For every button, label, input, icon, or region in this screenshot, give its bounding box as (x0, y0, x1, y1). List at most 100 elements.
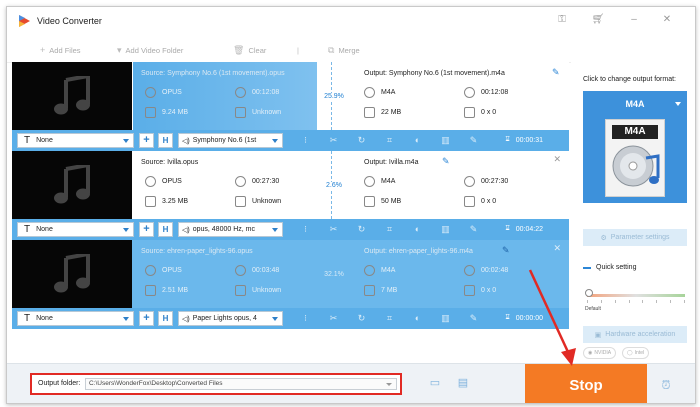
quality-slider-handle[interactable] (585, 289, 593, 297)
file-list: Source: Symphony No.6 (1st movement).opu… (12, 62, 569, 332)
hourglass-icon: ⌛︎ (505, 225, 510, 232)
file-row[interactable]: Source: Symphony No.6 (1st movement).opu… (12, 62, 569, 130)
add-files-button[interactable]: + Add Files (40, 44, 81, 56)
slider-ticks (587, 300, 685, 304)
add-subtitle-button[interactable]: + (139, 222, 154, 237)
subtitle-settings-button[interactable]: H (158, 311, 173, 326)
thumbnail (12, 240, 132, 308)
subtitle-select[interactable]: T None (17, 311, 134, 326)
crop-icon[interactable]: ⌗ (384, 313, 395, 324)
format-icon (145, 264, 156, 276)
stop-button[interactable]: Stop (525, 364, 647, 403)
effects-icon[interactable]: ◐ (412, 135, 423, 146)
output-format-name: M4A (625, 99, 645, 109)
merge-button[interactable]: ⧉ Merge (328, 44, 360, 56)
title-bar: Video Converter ⚿ 🛒︎ – ✕ (7, 7, 695, 35)
effects-icon[interactable]: ◐ (412, 224, 423, 235)
clear-button[interactable]: 🗑︎ Clear (233, 44, 266, 56)
folder-icon (364, 106, 375, 118)
add-subtitle-button[interactable]: + (139, 133, 154, 148)
add-video-folder-button[interactable]: ▾ Add Video Folder (117, 44, 183, 56)
parameter-settings-button[interactable]: ⚙︎ Parameter settings (583, 229, 687, 246)
source-duration: 00:12:08 (235, 86, 279, 98)
edit-name-icon[interactable]: ✎ (552, 68, 561, 77)
music-note-icon (54, 254, 90, 293)
output-name: Output: Ivilla.m4a (364, 159, 419, 166)
edit-icon[interactable]: ✎ (468, 224, 479, 235)
quality-slider-track[interactable] (587, 294, 685, 297)
source-name: Source: Ivilla.opus (141, 159, 199, 166)
info-icon[interactable]: ⁝ (300, 135, 311, 146)
edit-icon[interactable]: ✎ (468, 135, 479, 146)
edit-name-icon[interactable]: ✎ (442, 157, 451, 166)
output-folder-label: Output folder: (38, 380, 81, 387)
remaining-time: ⌛︎ 00:00:00 (505, 314, 543, 322)
app-logo-icon (19, 15, 30, 27)
resolution-icon (235, 106, 246, 118)
file-row[interactable]: Source: Ivilla.opus OPUS 00:27:30 3.25 M… (12, 151, 569, 219)
thumbnail (12, 151, 132, 219)
rotate-icon[interactable]: ↻ (356, 224, 367, 235)
remaining-time: ⌛︎ 00:00:31 (505, 136, 543, 144)
remaining-time: ⌛︎ 00:04:22 (505, 225, 543, 233)
text-icon: T (24, 224, 31, 235)
music-note-icon (54, 76, 90, 115)
watermark-icon[interactable]: ▥ (440, 224, 451, 235)
conversion-progress: 25.9% (319, 62, 349, 130)
add-subtitle-button[interactable]: + (139, 311, 154, 326)
rotate-icon[interactable]: ↻ (356, 135, 367, 146)
source-duration: 00:27:30 (235, 175, 279, 187)
info-icon[interactable]: ⁝ (300, 313, 311, 324)
key-icon[interactable]: ⚿ (555, 13, 569, 27)
remove-file-icon[interactable]: ✕ (553, 154, 561, 165)
crop-icon[interactable]: ⌗ (384, 135, 395, 146)
output-format-selector[interactable]: M4A M4A (583, 91, 687, 203)
subtitle-settings-button[interactable]: H (158, 222, 173, 237)
source-info: Source: Symphony No.6 (1st movement).opu… (133, 62, 317, 130)
file-row[interactable]: Source: ehren-paper_lights-96.opus OPUS … (12, 240, 569, 308)
hourglass-icon: ⌛︎ (505, 314, 510, 321)
output-duration: 00:02:48 (464, 264, 508, 276)
quick-setting-label: Quick setting (583, 264, 636, 271)
rotate-icon[interactable]: ↻ (356, 313, 367, 324)
subtitle-select[interactable]: T None (17, 222, 134, 237)
chevron-down-icon (675, 102, 681, 106)
close-button[interactable]: ✕ (660, 13, 674, 27)
folder-icon (145, 106, 156, 118)
nvidia-option[interactable]: ◉ NVIDIA (583, 347, 617, 359)
edit-name-icon[interactable]: ✎ (502, 246, 511, 255)
intel-option[interactable]: ◯ Intel (622, 347, 650, 359)
progress-percent: 32.1% (324, 270, 344, 278)
source-resolution: Unknown (235, 284, 281, 296)
cut-icon[interactable]: ✂ (328, 313, 339, 324)
edit-icon[interactable]: ✎ (468, 313, 479, 324)
hardware-acceleration-button[interactable]: ▣ Hardware acceleration (583, 326, 687, 343)
alarm-clock-icon[interactable]: ⏰︎ (659, 378, 673, 392)
output-name: Output: ehren-paper_lights-96.m4a (364, 248, 473, 255)
output-folder-path[interactable]: C:\Users\WonderFox\Desktop\Converted Fil… (85, 378, 397, 390)
format-icon (145, 86, 156, 98)
watermark-icon[interactable]: ▥ (440, 135, 451, 146)
folder-icon (145, 284, 156, 296)
open-folder-icon[interactable]: ▤ (456, 377, 470, 389)
output-size: 22 MB (364, 106, 401, 118)
conversion-progress: 2.6% (319, 151, 349, 219)
info-icon[interactable]: ⁝ (300, 224, 311, 235)
audio-track-select[interactable]: ◁) opus, 48000 Hz, mc (178, 222, 283, 237)
subtitle-select[interactable]: T None (17, 133, 134, 148)
nvidia-icon: ◉ (588, 350, 593, 356)
cut-icon[interactable]: ✂ (328, 224, 339, 235)
cart-icon[interactable]: 🛒︎ (591, 13, 605, 27)
audio-track-select[interactable]: ◁) Paper Lights opus, 4 (178, 311, 283, 326)
text-icon: T (24, 135, 31, 146)
clock-icon (464, 264, 475, 276)
remove-file-icon[interactable]: ✕ (553, 243, 561, 254)
effects-icon[interactable]: ◐ (412, 313, 423, 324)
minimize-button[interactable]: – (627, 13, 641, 27)
cut-icon[interactable]: ✂ (328, 135, 339, 146)
browse-folder-icon[interactable]: ▭ (428, 377, 442, 389)
watermark-icon[interactable]: ▥ (440, 313, 451, 324)
subtitle-settings-button[interactable]: H (158, 133, 173, 148)
crop-icon[interactable]: ⌗ (384, 224, 395, 235)
audio-track-select[interactable]: ◁) Symphony No.6 (1st (178, 133, 283, 148)
